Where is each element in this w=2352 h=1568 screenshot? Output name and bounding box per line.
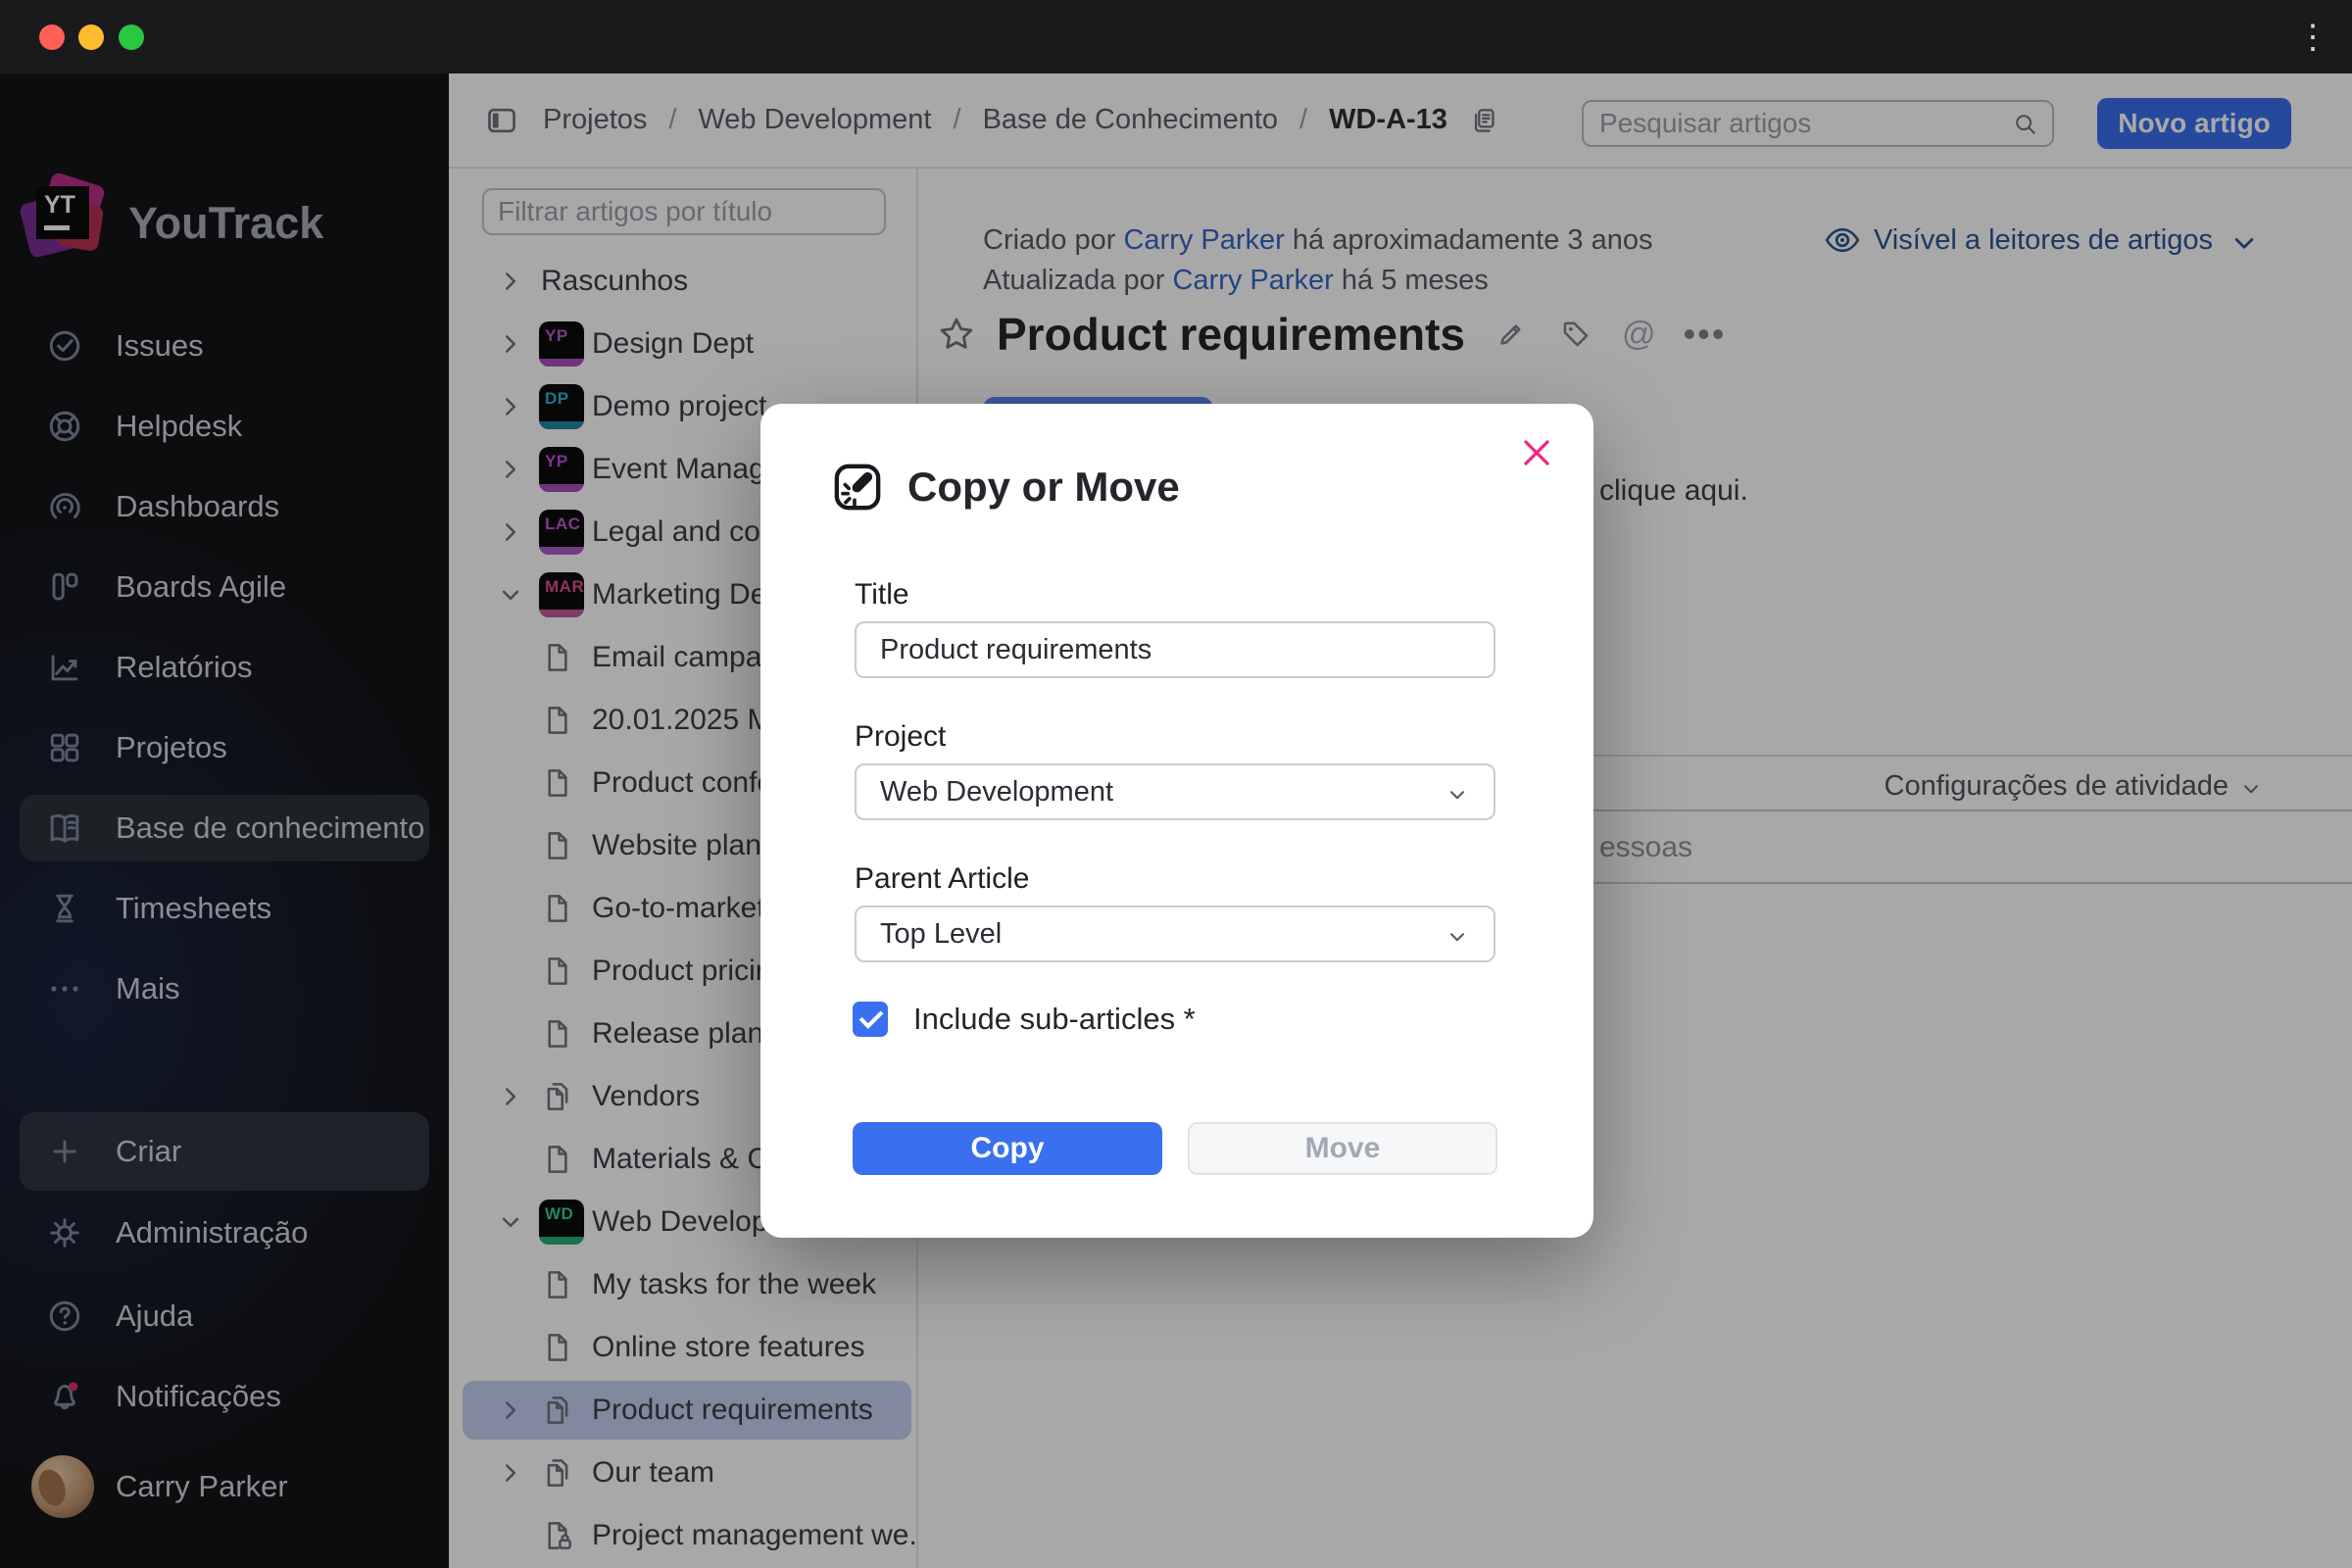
move-button[interactable]: Move [1188, 1122, 1497, 1175]
copy-or-move-dialog: Copy or Move Title Project Web Developme… [760, 404, 1593, 1238]
parent-article-field-label: Parent Article [855, 862, 1030, 895]
close-icon[interactable] [1515, 431, 1558, 474]
window-close-button[interactable] [39, 24, 65, 50]
title-field-label: Title [855, 578, 909, 611]
copy-move-article-icon [829, 459, 886, 515]
title-field[interactable] [855, 621, 1495, 678]
window-minimize-button[interactable] [78, 24, 104, 50]
window-chrome: ⋮ [0, 0, 2352, 74]
copy-button[interactable]: Copy [853, 1122, 1162, 1175]
kebab-menu-icon[interactable]: ⋮ [2293, 14, 2332, 61]
project-field-label: Project [855, 720, 947, 753]
modal-title: Copy or Move [907, 464, 1180, 510]
chevron-down-icon [1445, 782, 1470, 808]
project-select[interactable]: Web Development [855, 763, 1495, 820]
include-sub-articles-row[interactable]: Include sub-articles * [853, 1002, 1196, 1037]
modal-header: Copy or Move [829, 459, 1180, 515]
chevron-down-icon [1445, 924, 1470, 950]
parent-article-select[interactable]: Top Level [855, 906, 1495, 962]
youtrack-app: ⋮ YT YouTrack Issues Helpdesk Dashboards Bo… [0, 0, 2352, 1568]
include-sub-articles-checkbox[interactable] [853, 1002, 888, 1037]
window-zoom-button[interactable] [119, 24, 144, 50]
checkbox-label: Include sub-articles * [913, 1002, 1196, 1036]
